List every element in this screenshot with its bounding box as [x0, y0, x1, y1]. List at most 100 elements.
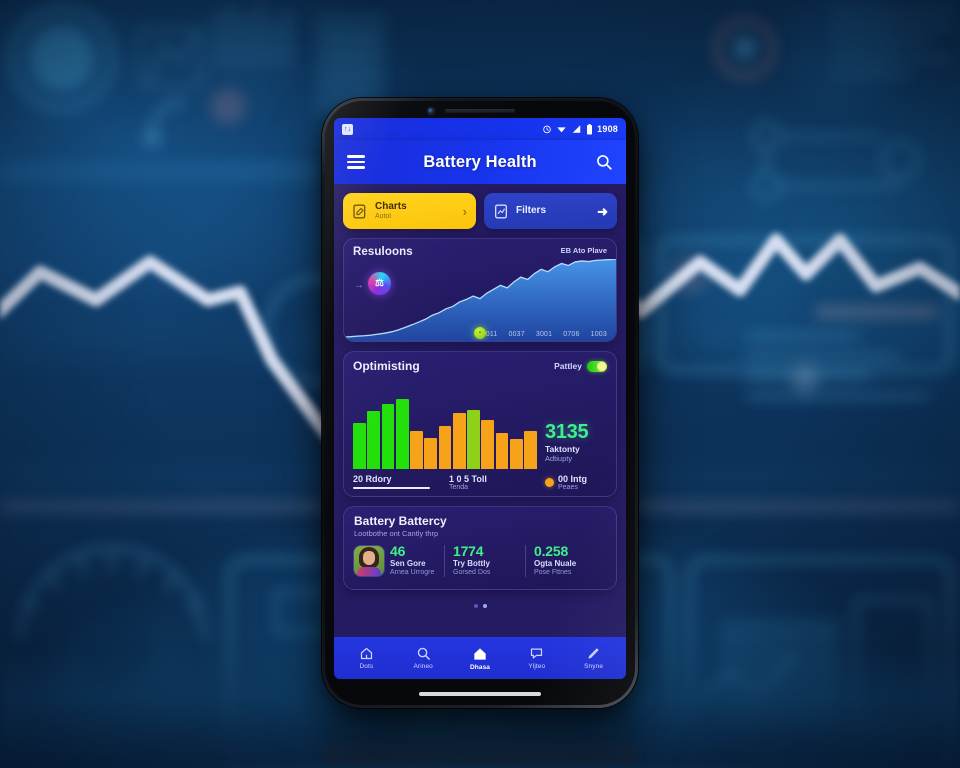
bar-chart-plot [353, 395, 537, 469]
avatar-face [363, 551, 375, 566]
legend-sublabel: Peaes [558, 484, 578, 491]
battery-toggle-group[interactable]: Pattley [554, 360, 607, 372]
pager-dot-active[interactable] [482, 604, 487, 608]
stat-label-primary: Ogta Nuale [534, 559, 577, 569]
status-bar: ↑↓ 1908 [334, 118, 626, 140]
home-indicator-bar[interactable] [419, 692, 541, 696]
phone-device: ↑↓ 1908 Battery Health Charts Autol › Fi… [322, 98, 638, 708]
stat-label-secondary: Pose Fttnes [534, 569, 572, 577]
main-content: Charts Autol › Filters ➜ Resuloons EB At… [334, 184, 626, 637]
bar-chart-bar [438, 426, 452, 469]
nav-label: Dots [359, 663, 374, 670]
nav-label: Yljteo [528, 663, 546, 670]
hamburger-icon[interactable] [347, 155, 365, 169]
nav-item-dots[interactable]: Dots [339, 646, 393, 670]
bar-chart-bar [367, 411, 381, 469]
search-icon [417, 647, 430, 660]
chart-avatar-badge[interactable]: ⚖ [368, 272, 391, 295]
stat-value: 0.258 [534, 543, 569, 559]
home-outline-icon [360, 647, 373, 660]
footer-middle-label: 1 0 5 Toll [449, 474, 487, 484]
footer-column-left: 20 Rdory [353, 474, 443, 489]
nav-item-search[interactable]: Arineo [396, 646, 450, 670]
battery-toggle-switch[interactable] [587, 360, 607, 372]
charts-action-label: Charts [375, 201, 407, 213]
stat-item-user[interactable]: 46 Sen Gore Arnea Urrogre [354, 543, 444, 578]
nav-item-chat[interactable]: Yljteo [510, 646, 564, 670]
nav-item-home[interactable]: Dhasa [453, 646, 507, 671]
phone-screen: ↑↓ 1908 Battery Health Charts Autol › Fi… [334, 118, 626, 679]
bar-chart-bar [452, 412, 466, 469]
filters-action-label: Filters [516, 205, 547, 217]
charts-action-sublabel: Autol [375, 212, 391, 220]
results-chart-header: Resuloons EB Ato Plave [353, 246, 607, 258]
phone-reflection [322, 708, 638, 764]
bar-chart-bar [509, 439, 523, 469]
action-button-row: Charts Autol › Filters ➜ [343, 193, 617, 229]
optimising-body: 3135 Taktonty Adtiupty [353, 377, 607, 469]
footer-middle-sublabel: Tenda [449, 484, 469, 491]
stat-label-primary: Sen Gore [390, 559, 426, 569]
optimising-caption-secondary: Adtiupty [545, 454, 573, 463]
battery-icon [587, 123, 593, 134]
carousel-pager[interactable] [343, 599, 617, 612]
stat-item-total[interactable]: 1774 Try Bottly Gorsed Dos [444, 543, 525, 578]
optimising-caption-primary: Taktonty [545, 444, 580, 454]
stat-value: 46 [390, 543, 406, 559]
stat-value: 1774 [453, 543, 484, 559]
optimising-header: Optimisting Pattley [353, 359, 607, 373]
stat-user-text: 46 Sen Gore Arnea Urrogre [390, 543, 435, 578]
results-chart-card[interactable]: Resuloons EB Ato Plave → ⚖ • 2011 0037 3… [343, 238, 617, 342]
pager-dot[interactable] [473, 604, 478, 608]
footer-column-middle: 1 0 5 Toll Tenda [449, 474, 539, 491]
bar-chart-bar [467, 409, 480, 469]
bar-chart-bar [395, 398, 409, 469]
x-tick-label: 3001 [535, 331, 553, 338]
status-bar-left: ↑↓ [342, 123, 353, 135]
nav-item-edit[interactable]: Snyne [567, 646, 621, 670]
chat-icon [531, 648, 543, 659]
legend-color-dot [545, 478, 554, 487]
filters-action-text: Filters [516, 205, 590, 217]
bottom-navigation: Dots Arineo Dhasa Yljteo Snyne [334, 637, 626, 679]
charts-action-button[interactable]: Charts Autol › [343, 193, 476, 229]
results-chart-badge: EB Ato Plave [560, 246, 607, 255]
pointer-arrow-icon: → [354, 280, 364, 291]
battery-stats-title: Battery Battercy [354, 514, 447, 528]
results-chart-title: Resuloons [353, 246, 413, 258]
x-tick-label: 0706 [563, 331, 580, 338]
legend-label: 00 Intg [558, 474, 588, 484]
bar-chart-bar [424, 437, 438, 469]
optimising-value: 3135 [545, 421, 589, 443]
optimising-summary: 3135 Taktonty Adtiupty [545, 422, 607, 469]
battery-stats-row: 46 Sen Gore Arnea Urrogre 1774 Try Bottl… [354, 543, 606, 578]
stat-item-rate[interactable]: 0.258 Ogta Nuale Pose Fttnes [525, 543, 606, 578]
x-tick-label: 0037 [508, 331, 525, 338]
bar-chart-bar [524, 430, 537, 469]
bar-chart-bar [410, 430, 423, 469]
optimising-bar-card[interactable]: Optimisting Pattley 3135 Taktonty Adtiup… [343, 351, 617, 497]
avatar [354, 546, 384, 577]
arrow-right-icon: ➜ [597, 203, 608, 219]
chart-marker-dot[interactable]: • [474, 327, 486, 339]
bar-chart-bar [481, 420, 495, 469]
bar-chart-bar [353, 423, 366, 469]
footer-left-label: 20 Rdory [353, 474, 392, 484]
stat-label-secondary: Arnea Urrogre [390, 569, 435, 577]
search-icon[interactable] [595, 153, 613, 171]
document-edit-icon [353, 204, 366, 218]
filters-action-button[interactable]: Filters ➜ [484, 193, 617, 229]
report-icon [495, 204, 507, 218]
nav-label: Snyne [584, 663, 604, 670]
results-chart-plot: → ⚖ • 2011 0037 3001 0706 1003 [344, 259, 616, 341]
battery-stats-subtitle: Lootbothe ont Cantly thrp [354, 529, 439, 538]
status-bar-time: 1908 [597, 124, 618, 134]
earpiece-speaker-icon [445, 109, 515, 113]
chevron-right-icon: › [462, 203, 467, 219]
chart-avatar-glyph: ⚖ [375, 278, 384, 289]
x-tick-label: 1003 [590, 331, 607, 338]
optimising-title: Optimisting [353, 359, 420, 373]
front-camera-icon [428, 108, 434, 114]
nav-label: Arineo [413, 663, 433, 670]
battery-stats-card[interactable]: Battery Battercy Lootbothe ont Cantly th… [343, 506, 617, 590]
